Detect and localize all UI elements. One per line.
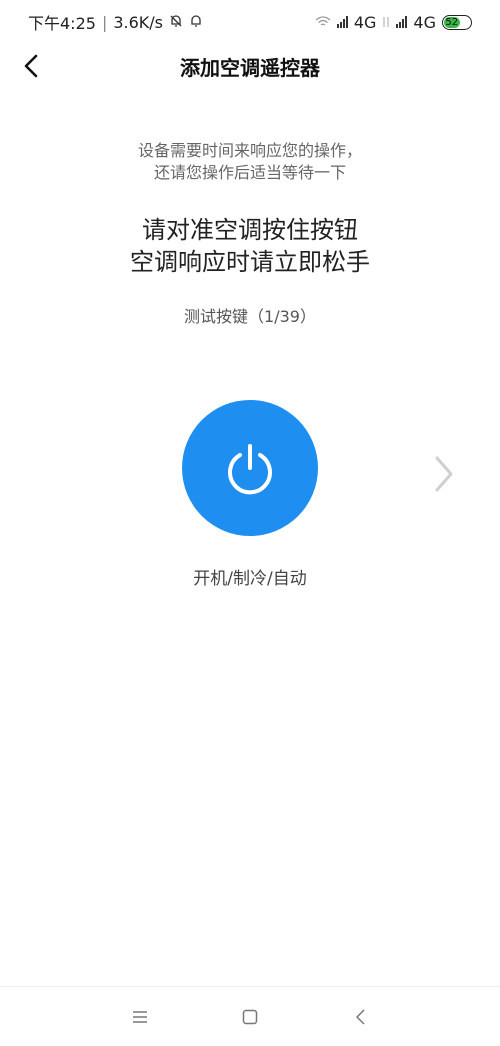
status-left: 下午4:25 | 3.6K/s	[28, 10, 203, 34]
status-time: 下午4:25	[28, 14, 96, 33]
key-label: 开机/制冷/自动	[193, 569, 307, 589]
power-icon	[228, 444, 272, 495]
signal-1-icon	[336, 16, 348, 28]
data-transfer-icon	[382, 13, 390, 32]
status-right: 4G 4G 52	[315, 13, 472, 32]
home-square-icon	[242, 1009, 258, 1024]
status-divider: |	[101, 12, 108, 32]
instruction: 请对准空调按住按钮 空调响应时请立即松手	[0, 214, 500, 278]
status-bar: 下午4:25 | 3.6K/s 4G 4G 52	[0, 0, 500, 44]
next-key-button[interactable]	[428, 452, 460, 496]
menu-button[interactable]	[125, 1002, 155, 1032]
network-type-2: 4G	[413, 12, 436, 32]
home-button[interactable]	[235, 1002, 265, 1032]
mute-bell-icon	[169, 13, 183, 32]
back-triangle-icon	[356, 1008, 365, 1025]
page-title: 添加空调遥控器	[180, 56, 320, 80]
hint-line-2: 还请您操作后适当等待一下	[153, 163, 346, 182]
network-speed: 3.6K/s	[113, 12, 163, 32]
battery-icon: 52	[442, 14, 472, 30]
menu-icon	[133, 1010, 147, 1023]
instruction-line-1: 请对准空调按住按钮	[142, 216, 358, 244]
test-progress: 测试按键（1/39）	[184, 307, 316, 326]
signal-2-icon	[396, 16, 408, 28]
navigation-bar	[0, 986, 500, 1046]
test-power-button[interactable]	[182, 400, 318, 536]
chevron-right-icon	[435, 456, 453, 492]
battery-level: 52	[444, 16, 460, 28]
network-type-1: 4G	[353, 12, 377, 32]
system-back-button[interactable]	[345, 1002, 375, 1032]
title-bar: 添加空调遥控器	[0, 44, 500, 90]
hint-line-1: 设备需要时间来响应您的操作，	[137, 141, 362, 160]
bell-icon	[189, 13, 203, 32]
wait-hint: 设备需要时间来响应您的操作， 还请您操作后适当等待一下	[0, 140, 500, 184]
wifi-icon	[315, 13, 331, 32]
instruction-line-2: 空调响应时请立即松手	[130, 248, 370, 276]
